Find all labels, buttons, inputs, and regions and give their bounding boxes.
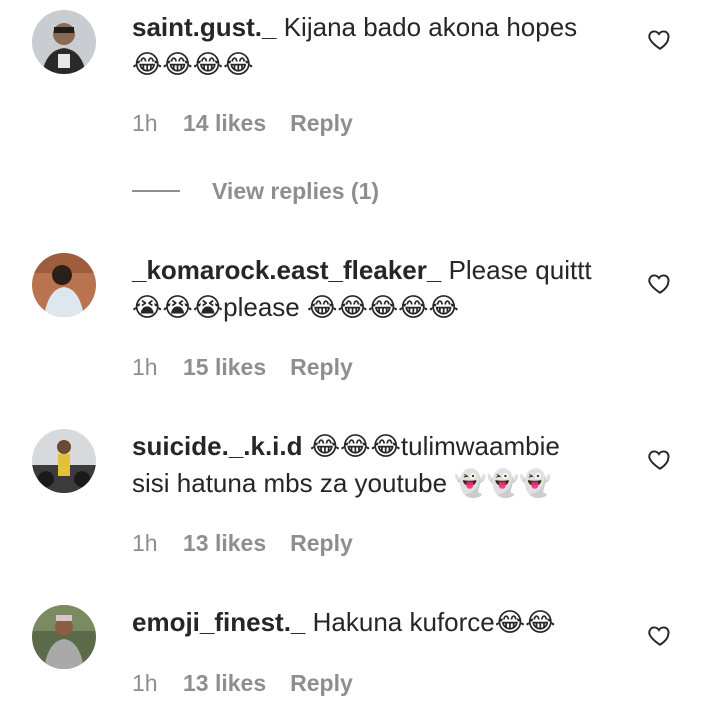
reply-button[interactable]: Reply <box>290 110 353 137</box>
comment-username[interactable]: _komarock.east_fleaker_ <box>132 255 441 285</box>
comment-text-line2: 😭😭😭please 😂😂😂😂😂 <box>132 292 459 322</box>
heart-icon[interactable] <box>647 446 673 472</box>
view-replies-button[interactable]: View replies (1) <box>132 176 379 206</box>
comment-text: Kijana bado akona hopes <box>283 12 578 42</box>
comment-username[interactable]: suicide._.k.i.d <box>132 431 303 461</box>
comment-text: Please quittt <box>448 255 592 285</box>
avatar[interactable] <box>32 429 96 493</box>
reply-button[interactable]: Reply <box>290 354 353 381</box>
comment-time: 1h <box>132 670 158 696</box>
divider-line <box>132 190 180 192</box>
comment-likes[interactable]: 15 likes <box>183 354 266 381</box>
comment-text: Hakuna kuforce😂😂 <box>312 607 556 637</box>
comment-likes[interactable]: 13 likes <box>183 530 266 557</box>
reply-button[interactable]: Reply <box>290 670 353 697</box>
comment-likes[interactable]: 13 likes <box>183 670 266 697</box>
comment-time: 1h <box>132 354 158 380</box>
comment-text: 😂😂😂tulimwaambie <box>309 431 560 461</box>
reply-button[interactable]: Reply <box>290 530 353 557</box>
comment-time: 1h <box>132 530 158 556</box>
comment-time: 1h <box>132 110 158 136</box>
avatar[interactable] <box>32 253 96 317</box>
view-replies-label: View replies (1) <box>212 177 380 204</box>
avatar[interactable] <box>32 10 96 74</box>
avatar[interactable] <box>32 605 96 669</box>
comment-likes[interactable]: 14 likes <box>183 110 266 137</box>
heart-icon[interactable] <box>647 270 673 296</box>
comment-text-line2: sisi hatuna mbs za youtube 👻👻👻 <box>132 468 552 498</box>
comment-username[interactable]: emoji_finest._ <box>132 607 305 637</box>
comment-text-line2: 😂😂😂😂 <box>132 49 254 79</box>
heart-icon[interactable] <box>647 622 673 648</box>
heart-icon[interactable] <box>647 26 673 52</box>
comment-username[interactable]: saint.gust._ <box>132 12 276 42</box>
